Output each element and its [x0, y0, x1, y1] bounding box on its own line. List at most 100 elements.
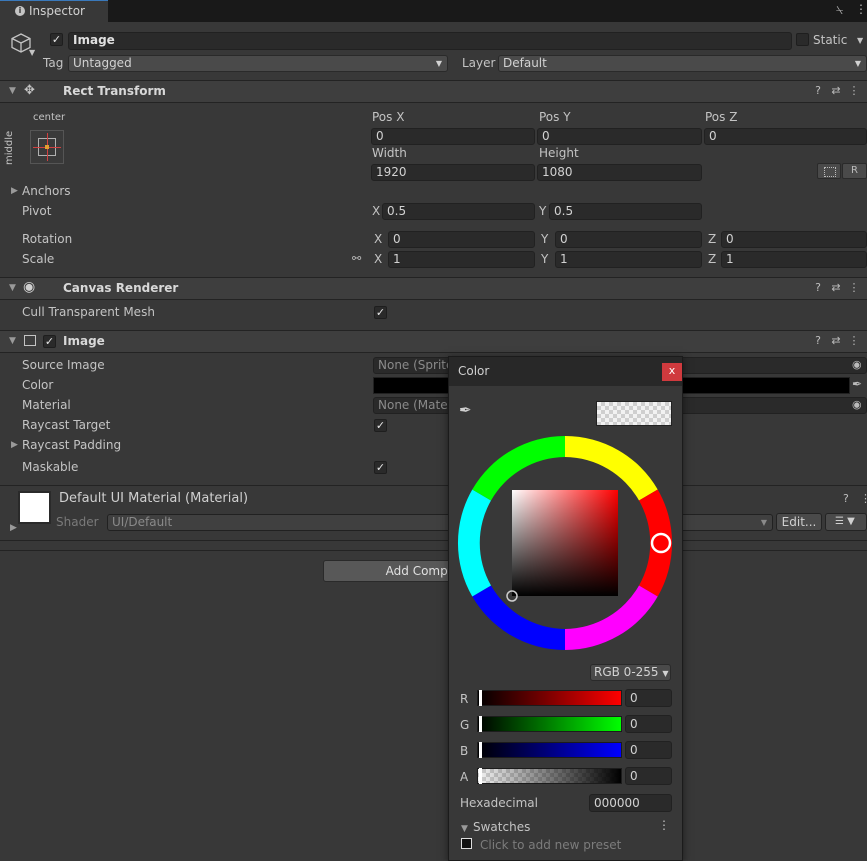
color-mode-dropdown[interactable]: RGB 0-255 ▼ — [590, 664, 671, 681]
image-icon — [24, 335, 36, 346]
more-menu-icon[interactable]: ⋮ — [845, 281, 863, 294]
slider-handle[interactable] — [479, 768, 482, 784]
height-label: Height — [539, 146, 579, 160]
scale-x-field[interactable]: 1 — [388, 251, 535, 268]
foldout-arrow-icon: ▼ — [9, 336, 16, 346]
foldout-arrow-icon: ▼ — [9, 283, 16, 293]
anchor-v-label: middle — [4, 130, 15, 165]
color-label: Color — [22, 378, 54, 392]
swatches-label[interactable]: Swatches — [473, 820, 530, 834]
swatches-foldout-icon[interactable]: ▼ — [461, 824, 468, 834]
close-button[interactable]: x — [662, 363, 682, 381]
hex-field[interactable]: 000000 — [589, 794, 672, 812]
pos-z-field[interactable]: 0 — [704, 128, 867, 145]
rot-z-label: Z — [708, 232, 717, 246]
rot-y-field[interactable]: 0 — [555, 231, 702, 248]
pos-x-field[interactable]: 0 — [371, 128, 535, 145]
image-enabled-checkbox[interactable]: ✓ — [43, 335, 56, 348]
preset-swatch-icon[interactable] — [461, 838, 472, 849]
object-name-field[interactable]: Image — [68, 32, 792, 50]
help-icon[interactable]: ? — [809, 281, 827, 294]
more-menu-icon[interactable]: ⋮ — [845, 334, 863, 347]
presets-icon[interactable]: ⇄ — [827, 334, 845, 347]
color-mode-value: RGB 0-255 — [594, 665, 659, 679]
anchor-presets-button[interactable] — [30, 130, 64, 164]
eyedropper-icon[interactable]: ✒ — [852, 377, 862, 391]
scale-y-field[interactable]: 1 — [555, 251, 702, 268]
pivot-x-field[interactable]: 0.5 — [382, 203, 535, 220]
raycast-padding-label[interactable]: Raycast Padding — [22, 438, 121, 452]
tab-label: Inspector — [29, 4, 85, 18]
hex-label: Hexadecimal — [460, 796, 538, 810]
dropdown-arrow-icon[interactable]: ▼ — [29, 48, 35, 57]
a-slider[interactable] — [477, 768, 622, 784]
eyedropper-icon[interactable]: ✒ — [459, 401, 472, 419]
pivot-y-label: Y — [539, 204, 547, 218]
presets-icon[interactable]: ⇄ — [827, 281, 845, 294]
rot-x-field[interactable]: 0 — [388, 231, 535, 248]
anchors-label[interactable]: Anchors — [22, 184, 71, 198]
pos-z-label: Pos Z — [705, 110, 738, 124]
raycast-padding-foldout-icon[interactable]: ▶ — [11, 440, 18, 450]
tag-dropdown[interactable]: Untagged ▼ — [68, 55, 448, 72]
lock-icon[interactable]: ⍀ — [836, 3, 843, 18]
r-value-field[interactable]: 0 — [625, 689, 672, 707]
constrain-proportions-icon[interactable]: ⚯ — [352, 252, 361, 265]
anchor-dot — [45, 145, 49, 149]
tab-inspector[interactable]: i Inspector — [0, 0, 108, 22]
presets-icon[interactable]: ⇄ — [827, 84, 845, 97]
help-icon[interactable]: ? — [809, 84, 827, 97]
rect-transform-header[interactable]: ▼ ✥ Rect Transform ? ⇄ ⋮ — [0, 81, 867, 102]
g-value-field[interactable]: 0 — [625, 715, 672, 733]
object-picker-icon[interactable]: ◉ — [852, 358, 862, 371]
help-icon[interactable]: ? — [843, 492, 849, 505]
canvas-renderer-header[interactable]: ▼ ◉ Canvas Renderer ? ⇄ ⋮ — [0, 278, 867, 299]
r-slider[interactable] — [477, 690, 622, 706]
b-slider[interactable] — [477, 742, 622, 758]
help-icon[interactable]: ? — [809, 334, 827, 347]
slider-handle[interactable] — [479, 716, 482, 732]
pos-y-field[interactable]: 0 — [537, 128, 702, 145]
g-label: G — [460, 718, 470, 732]
divider — [0, 102, 867, 103]
more-menu-icon[interactable]: ⋮ — [860, 492, 867, 505]
cull-checkbox[interactable]: ✓ — [374, 306, 387, 319]
g-slider[interactable] — [477, 716, 622, 732]
pivot-y-field[interactable]: 0.5 — [549, 203, 702, 220]
alpha-gradient — [478, 769, 621, 783]
a-value-field[interactable]: 0 — [625, 767, 672, 785]
height-field[interactable]: 1080 — [537, 164, 702, 181]
layer-dropdown[interactable]: Default ▼ — [498, 55, 867, 72]
divider — [0, 485, 867, 486]
cull-label: Cull Transparent Mesh — [22, 305, 155, 319]
static-dropdown-icon[interactable]: ▼ — [857, 36, 863, 45]
object-picker-icon[interactable]: ◉ — [852, 398, 862, 411]
material-foldout-icon[interactable]: ▶ — [10, 523, 17, 533]
blueprint-mode-button[interactable] — [817, 163, 841, 179]
source-image-label: Source Image — [22, 358, 105, 372]
raw-edit-button[interactable]: R — [842, 163, 867, 179]
anchors-foldout-icon[interactable]: ▶ — [11, 186, 18, 196]
b-value-field[interactable]: 0 — [625, 741, 672, 759]
image-component-header[interactable]: ▼ ✓ Image ? ⇄ ⋮ — [0, 331, 867, 352]
dotted-rect-icon — [824, 167, 836, 177]
info-icon: i — [15, 6, 25, 16]
swatches-menu-icon[interactable]: ⋮ — [658, 818, 670, 832]
slider-handle[interactable] — [479, 742, 482, 758]
rot-z-field[interactable]: 0 — [721, 231, 867, 248]
more-menu-icon[interactable]: ⋮ — [845, 84, 863, 97]
more-menu-icon[interactable]: ⋮ — [855, 2, 867, 16]
maskable-checkbox[interactable]: ✓ — [374, 461, 387, 474]
scale-z-field[interactable]: 1 — [721, 251, 867, 268]
color-wheel[interactable] — [457, 435, 673, 651]
raycast-target-checkbox[interactable]: ✓ — [374, 419, 387, 432]
active-checkbox[interactable]: ✓ — [50, 33, 63, 46]
edit-shader-button[interactable]: Edit... — [776, 513, 822, 531]
canvas-renderer-title: Canvas Renderer — [63, 281, 179, 295]
shader-options-button[interactable]: ☰ ▼ — [825, 513, 867, 531]
component-header-icons: ? ⇄ ⋮ — [809, 281, 863, 294]
static-checkbox[interactable] — [796, 33, 809, 46]
slider-handle[interactable] — [479, 690, 482, 706]
width-field[interactable]: 1920 — [371, 164, 535, 181]
add-preset-label[interactable]: Click to add new preset — [480, 838, 621, 852]
